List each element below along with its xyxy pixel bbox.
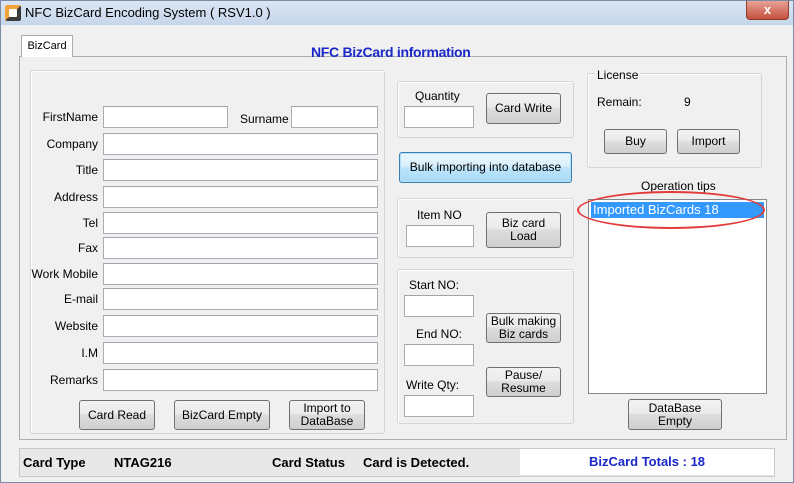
buy-button[interactable]: Buy [604,129,667,154]
company-label: Company [46,137,98,151]
page-title: NFC BizCard information [311,44,471,60]
title-label: Title [75,163,98,177]
quantity-input[interactable] [404,106,474,128]
remain-value: 9 [684,95,691,109]
card-type-value: NTAG216 [114,455,172,470]
bulk-import-button[interactable]: Bulk importing into database [399,152,572,183]
company-input[interactable] [103,133,378,155]
database-empty-button[interactable]: DataBase Empty [628,399,722,430]
email-label: E-mail [63,292,98,306]
import-to-database-button[interactable]: Import to DataBase [289,400,365,430]
card-type-label: Card Type [23,455,86,470]
item-no-label: Item NO [417,208,462,222]
card-status-label: Card Status [272,455,345,470]
license-label: License [595,68,641,82]
end-no-input[interactable] [404,344,474,366]
email-input[interactable] [103,288,378,310]
fax-input[interactable] [103,237,378,259]
pause-resume-button[interactable]: Pause/ Resume [486,367,561,397]
annotation-ellipse [577,191,765,229]
work-mobile-label: Work Mobile [31,267,98,281]
surname-label: Surname [240,112,289,126]
start-no-input[interactable] [404,295,474,317]
firstname-label: FirstName [42,110,98,124]
website-input[interactable] [103,315,378,337]
write-qty-label: Write Qty: [406,378,460,392]
card-write-button[interactable]: Card Write [486,93,561,124]
card-status-value: Card is Detected. [363,455,470,470]
work-mobile-input[interactable] [103,263,378,285]
bizcard-totals: BizCard Totals : 18 [520,449,774,475]
close-button[interactable]: x [746,1,789,20]
app-icon [5,5,21,21]
tel-label: Tel [82,216,98,230]
bizcard-empty-button[interactable]: BizCard Empty [174,400,270,430]
website-label: Website [54,319,98,333]
remarks-label: Remarks [49,373,98,387]
title-bar[interactable]: NFC BizCard Encoding System ( RSV1.0 ) x [1,1,793,25]
import-license-button[interactable]: Import [677,129,740,154]
title-input[interactable] [103,159,378,181]
im-label: I.M [81,346,98,360]
remain-label: Remain: [597,95,642,109]
remarks-input[interactable] [103,369,378,391]
firstname-input[interactable] [103,106,228,128]
start-no-label: Start NO: [409,278,460,292]
tel-input[interactable] [103,212,378,234]
surname-input[interactable] [291,106,378,128]
tab-bizcard[interactable]: BizCard [21,35,73,57]
biz-card-load-button[interactable]: Biz card Load [486,212,561,248]
fax-label: Fax [77,241,98,255]
address-label: Address [53,190,98,204]
card-read-button[interactable]: Card Read [79,400,155,430]
address-input[interactable] [103,186,378,208]
im-input[interactable] [103,342,378,364]
write-qty-input[interactable] [404,395,474,417]
item-no-input[interactable] [406,225,474,247]
bulk-making-button[interactable]: Bulk making Biz cards [486,313,561,343]
end-no-label: End NO: [416,327,463,341]
quantity-label: Quantity [415,89,460,103]
window-title: NFC BizCard Encoding System ( RSV1.0 ) [25,5,271,20]
